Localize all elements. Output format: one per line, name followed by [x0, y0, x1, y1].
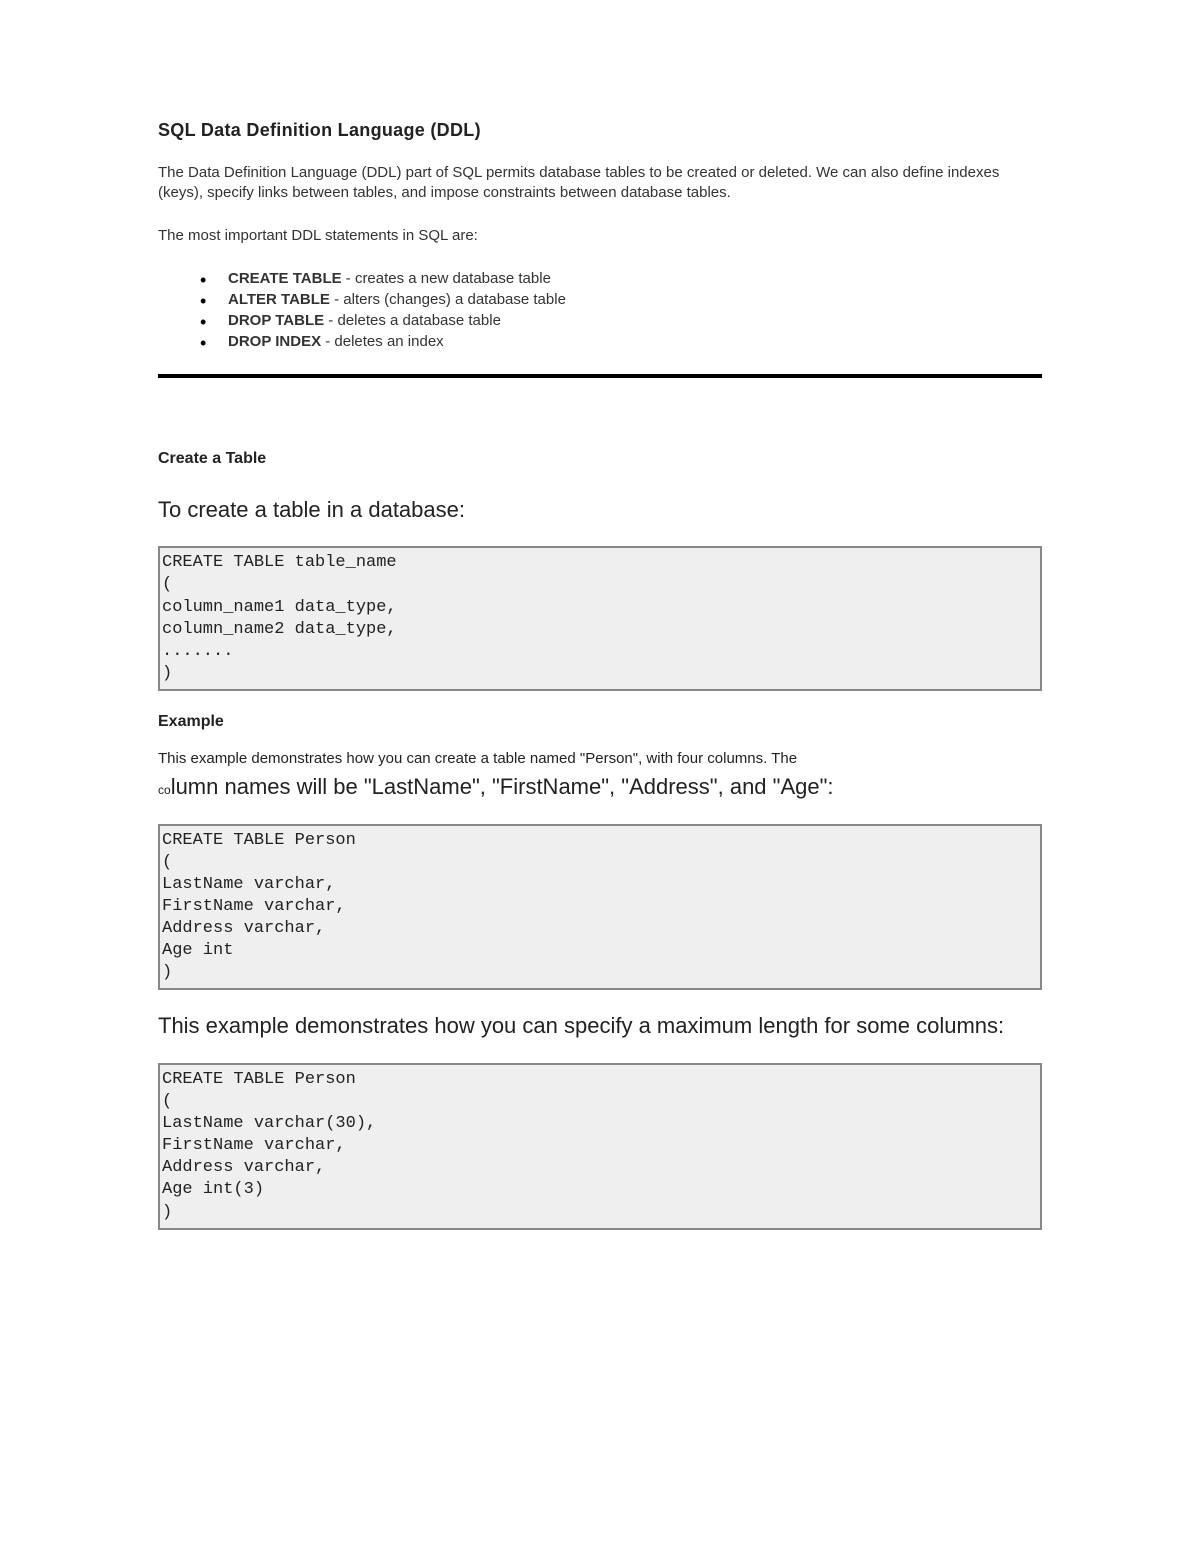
list-item: ALTER TABLE - alters (changes) a databas…: [200, 289, 1042, 310]
create-table-subheading: To create a table in a database:: [158, 496, 1042, 525]
list-item: DROP TABLE - deletes a database table: [200, 310, 1042, 331]
list-item: CREATE TABLE - creates a new database ta…: [200, 268, 1042, 289]
code-block-create-person-maxlen: CREATE TABLE Person ( LastName varchar(3…: [158, 1063, 1042, 1230]
list-desc: - deletes an index: [321, 333, 444, 350]
example-heading: Example: [158, 713, 1042, 731]
intro-paragraph-2: The most important DDL statements in SQL…: [158, 226, 1042, 246]
example-desc-line1: This example demonstrates how you can cr…: [158, 749, 1042, 769]
intro-paragraph-1: The Data Definition Language (DDL) part …: [158, 163, 1042, 204]
code-block-create-person: CREATE TABLE Person ( LastName varchar, …: [158, 824, 1042, 991]
create-table-heading: Create a Table: [158, 450, 1042, 468]
example-desc-line2-rest: lumn names will be "LastName", "FirstNam…: [171, 774, 834, 799]
example-maxlength-desc: This example demonstrates how you can sp…: [158, 1012, 1042, 1041]
code-block-create-syntax: CREATE TABLE table_name ( column_name1 d…: [158, 546, 1042, 691]
page-title: SQL Data Definition Language (DDL): [158, 120, 1042, 141]
list-desc: - deletes a database table: [324, 312, 501, 329]
example-desc-line2: column names will be "LastName", "FirstN…: [158, 773, 1042, 802]
list-desc: - creates a new database table: [342, 270, 551, 287]
ddl-statements-list: CREATE TABLE - creates a new database ta…: [200, 268, 1042, 352]
list-desc: - alters (changes) a database table: [330, 291, 566, 308]
list-term: CREATE TABLE: [228, 270, 342, 287]
list-term: DROP TABLE: [228, 312, 324, 329]
list-term: DROP INDEX: [228, 333, 321, 350]
list-item: DROP INDEX - deletes an index: [200, 331, 1042, 352]
section-divider: [158, 374, 1042, 378]
list-term: ALTER TABLE: [228, 291, 330, 308]
example-desc-line2-prefix: co: [158, 783, 171, 797]
